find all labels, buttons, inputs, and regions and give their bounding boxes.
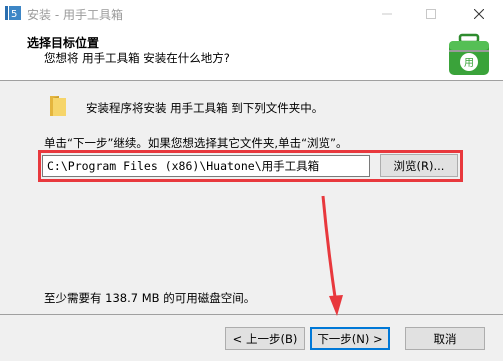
toolbox-icon: 用 [449, 33, 489, 75]
wizard-header: 选择目标位置 您想将 用手工具箱 安装在什么地方? 用 [0, 27, 503, 81]
svg-text:5: 5 [11, 9, 17, 20]
minimize-button[interactable] [364, 0, 410, 27]
installer-app-icon: 5 [5, 6, 21, 20]
wizard-body: 安装程序将安装 用手工具箱 到下列文件夹中。 单击“下一步”继续。如果您想选择其… [0, 82, 503, 314]
page-title: 选择目标位置 [27, 36, 100, 50]
page-subtitle: 您想将 用手工具箱 安装在什么地方? [44, 51, 230, 65]
maximize-icon [426, 8, 436, 19]
svg-text:用: 用 [464, 58, 474, 69]
browse-button[interactable]: 浏览(R)... [380, 154, 458, 177]
footer-divider [0, 314, 503, 315]
window-title: 安装 - 用手工具箱 [27, 8, 123, 22]
close-button[interactable] [456, 0, 502, 27]
disk-space-text: 至少需要有 138.7 MB 的可用磁盘空间。 [44, 291, 256, 305]
back-button[interactable]: < 上一步(B) [225, 327, 305, 350]
install-path-input[interactable]: C:\Program Files (x86)\Huatone\用手工具箱 [42, 155, 370, 177]
install-intro-text: 安装程序将安装 用手工具箱 到下列文件夹中。 [86, 101, 324, 115]
cancel-button[interactable]: 取消 [405, 327, 485, 350]
maximize-button[interactable] [408, 0, 454, 27]
minimize-icon [382, 13, 392, 14]
title-bar: 5 安装 - 用手工具箱 [0, 0, 503, 27]
folder-icon [50, 96, 66, 116]
close-icon [474, 8, 484, 19]
next-button[interactable]: 下一步(N) > [310, 327, 390, 350]
instruction-text: 单击“下一步”继续。如果您想选择其它文件夹,单击“浏览”。 [44, 136, 348, 150]
